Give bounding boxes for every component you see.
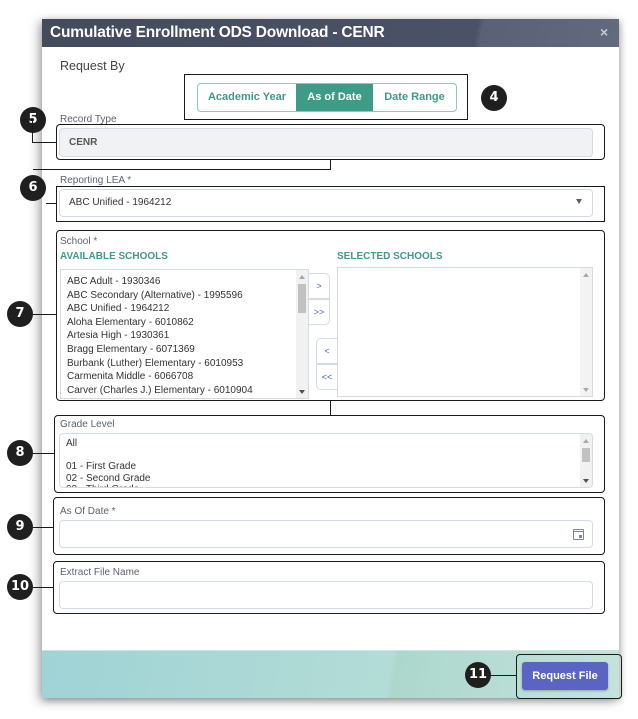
as-of-date-input[interactable] <box>59 520 593 548</box>
record-type-field: CENR <box>59 128 593 157</box>
scroll-up-icon[interactable] <box>583 439 589 443</box>
reporting-lea-value: ABC Unified - 1964212 <box>69 197 172 208</box>
scroll-down-icon[interactable] <box>299 390 305 394</box>
record-type-value: CENR <box>69 137 98 148</box>
selected-schools-list[interactable] <box>337 267 593 397</box>
as-of-date-label: As Of Date * <box>60 506 116 517</box>
chevron-down-icon <box>576 199 582 204</box>
callout-11: 11 <box>465 662 491 688</box>
list-item[interactable]: 02 - Second Grade <box>60 473 592 485</box>
list-item[interactable]: ABC Unified - 1964212 <box>61 302 308 316</box>
list-item[interactable]: Bragg Elementary - 6071369 <box>61 343 308 357</box>
available-schools-scrollbar[interactable] <box>296 270 308 398</box>
record-type-label: Record Type <box>60 114 117 125</box>
callout-10: 10 <box>7 574 33 600</box>
scroll-thumb[interactable] <box>582 448 590 462</box>
list-item[interactable]: Aloha Elementary - 6010862 <box>61 316 308 330</box>
scroll-down-icon[interactable] <box>583 479 589 483</box>
school-label: School * <box>60 236 98 247</box>
close-icon[interactable]: × <box>597 25 611 39</box>
dialog-title: Cumulative Enrollment ODS Download - CEN… <box>50 24 385 41</box>
list-item-blank[interactable] <box>60 450 592 462</box>
list-item[interactable]: ABC Secondary (Alternative) - 1995596 <box>61 289 308 303</box>
callout-6: 6 <box>20 175 46 201</box>
calendar-icon[interactable] <box>573 529 584 540</box>
tab-date-range[interactable]: Date Range <box>373 84 456 111</box>
add-school-button[interactable]: > <box>308 273 330 299</box>
scroll-down-icon[interactable] <box>583 388 589 392</box>
reporting-lea-label: Reporting LEA * <box>60 175 132 186</box>
callout-5: 5 <box>20 107 46 133</box>
list-item[interactable]: 01 - First Grade <box>60 461 592 473</box>
tab-academic-year[interactable]: Academic Year <box>198 84 296 111</box>
list-item[interactable]: Carver (Charles J.) Elementary - 6010904 <box>61 384 308 398</box>
list-item[interactable]: All <box>60 438 592 450</box>
list-item[interactable]: ABC Adult - 1930346 <box>61 275 308 289</box>
list-item[interactable]: 03 - Third Grade <box>60 484 592 487</box>
extract-file-name-label: Extract File Name <box>60 567 140 578</box>
selected-schools-header: SELECTED SCHOOLS <box>337 251 443 262</box>
callout-4: 4 <box>481 85 507 111</box>
callout-7: 7 <box>7 301 33 327</box>
remove-school-button[interactable]: < <box>316 338 338 364</box>
scroll-up-icon[interactable] <box>299 275 305 279</box>
enrollment-download-dialog: Cumulative Enrollment ODS Download - CEN… <box>42 19 619 698</box>
list-item[interactable]: Carmenita Middle - 6066708 <box>61 370 308 384</box>
list-item[interactable]: Artesia High - 1930361 <box>61 329 308 343</box>
selected-schools-scrollbar[interactable] <box>580 268 592 396</box>
tab-as-of-date[interactable]: As of Date <box>296 84 373 111</box>
grade-level-scrollbar[interactable] <box>580 434 592 487</box>
grade-level-list[interactable]: All 01 - First Grade 02 - Second Grade 0… <box>59 433 593 488</box>
scroll-up-icon[interactable] <box>583 273 589 277</box>
callout-9: 9 <box>7 514 33 540</box>
scroll-thumb[interactable] <box>298 284 306 313</box>
list-item[interactable]: Burbank (Luther) Elementary - 6010953 <box>61 357 308 371</box>
request-by-label: Request By <box>60 59 125 73</box>
remove-all-schools-button[interactable]: << <box>316 364 338 390</box>
reporting-lea-select[interactable]: ABC Unified - 1964212 <box>59 189 593 217</box>
available-schools-header: AVAILABLE SCHOOLS <box>60 251 168 262</box>
dialog-header: Cumulative Enrollment ODS Download - CEN… <box>42 19 619 47</box>
extract-file-name-input[interactable] <box>59 581 593 609</box>
request-by-toggle: Academic Year As of Date Date Range <box>197 83 457 112</box>
available-schools-list[interactable]: ABC Adult - 1930346 ABC Secondary (Alter… <box>60 269 309 399</box>
grade-level-label: Grade Level <box>60 419 115 430</box>
add-all-schools-button[interactable]: >> <box>308 299 330 325</box>
request-file-button[interactable]: Request File <box>522 662 608 690</box>
callout-8: 8 <box>7 440 33 466</box>
